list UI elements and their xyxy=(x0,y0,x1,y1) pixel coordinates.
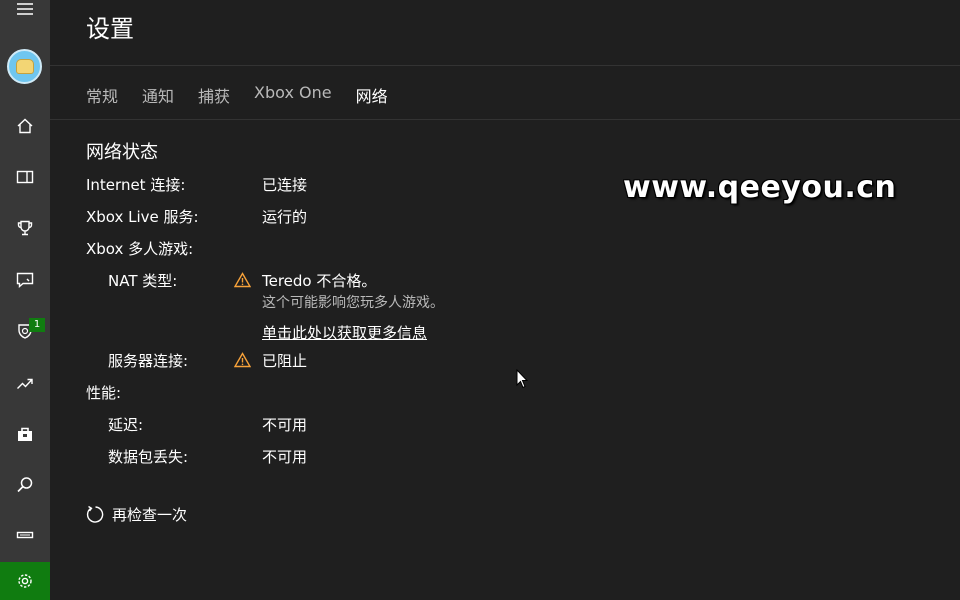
sidebar-item-my-games[interactable] xyxy=(0,152,50,202)
tab-network[interactable]: 网络 xyxy=(356,83,388,107)
performance-label: 性能: xyxy=(86,384,122,402)
more-info-link[interactable]: 单击此处以获取更多信息 xyxy=(262,322,427,343)
latency-value: 不可用 xyxy=(262,416,308,434)
sidebar-item-home[interactable] xyxy=(0,101,50,151)
sidebar-item-search[interactable] xyxy=(0,460,50,510)
store-icon xyxy=(18,427,32,441)
tab-capture[interactable]: 捕获 xyxy=(198,83,230,107)
home-icon xyxy=(17,118,33,134)
internet-value: 已连接 xyxy=(262,176,308,194)
recheck-label: 再检查一次 xyxy=(112,506,188,524)
tabs-divider xyxy=(50,119,960,120)
my-games-icon xyxy=(16,170,34,184)
settings-icon xyxy=(18,574,32,588)
sidebar: 1 xyxy=(0,0,50,600)
hamburger-icon xyxy=(17,3,33,15)
tab-notifications[interactable]: 通知 xyxy=(142,83,174,107)
nat-type-value: Teredo 不合格。 xyxy=(262,272,377,290)
sidebar-item-messages[interactable] xyxy=(0,255,50,305)
warning-icon xyxy=(234,272,251,288)
sidebar-item-connect[interactable] xyxy=(0,510,50,560)
page-title: 设置 xyxy=(86,15,134,43)
xbox-live-value: 运行的 xyxy=(262,208,308,226)
tab-xbox-one[interactable]: Xbox One xyxy=(254,83,332,107)
multiplayer-label: Xbox 多人游戏: xyxy=(86,240,194,258)
trophy-icon xyxy=(17,220,33,236)
internet-label: Internet 连接: xyxy=(86,176,186,194)
trending-icon xyxy=(17,378,33,389)
notification-badge: 1 xyxy=(29,318,45,332)
packet-loss-value: 不可用 xyxy=(262,448,308,466)
refresh-icon xyxy=(86,505,104,523)
message-icon xyxy=(16,272,34,289)
sidebar-item-settings[interactable] xyxy=(0,562,50,600)
sidebar-item-achievements[interactable] xyxy=(0,203,50,253)
nat-type-label: NAT 类型: xyxy=(108,272,178,290)
connect-icon xyxy=(16,531,34,539)
mouse-cursor-icon xyxy=(516,369,528,389)
settings-page: 设置 常规 通知 捕获 Xbox One 网络 网络状态 Internet 连接… xyxy=(50,0,960,600)
search-icon xyxy=(17,477,33,493)
avatar[interactable] xyxy=(7,49,42,84)
nat-detail-text: 这个可能影响您玩多人游戏。 xyxy=(262,295,444,311)
sidebar-item-trending[interactable] xyxy=(0,358,50,408)
sidebar-item-store[interactable] xyxy=(0,409,50,459)
settings-tabs: 常规 通知 捕获 Xbox One 网络 xyxy=(86,83,388,107)
avatar-image xyxy=(15,59,34,74)
hamburger-menu-button[interactable] xyxy=(0,0,50,34)
latency-label: 延迟: xyxy=(108,416,144,434)
warning-icon xyxy=(234,352,251,368)
tab-general[interactable]: 常规 xyxy=(86,83,118,107)
recheck-button[interactable]: 再检查一次 xyxy=(86,504,187,525)
server-connection-value: 已阻止 xyxy=(262,352,308,370)
header-divider xyxy=(50,65,960,66)
packet-loss-label: 数据包丢失: xyxy=(108,448,189,466)
server-connection-label: 服务器连接: xyxy=(108,352,189,370)
network-status-heading: 网络状态 xyxy=(86,142,158,163)
xbox-live-label: Xbox Live 服务: xyxy=(86,208,199,226)
watermark-text: www.qeeyou.cn xyxy=(623,170,897,205)
